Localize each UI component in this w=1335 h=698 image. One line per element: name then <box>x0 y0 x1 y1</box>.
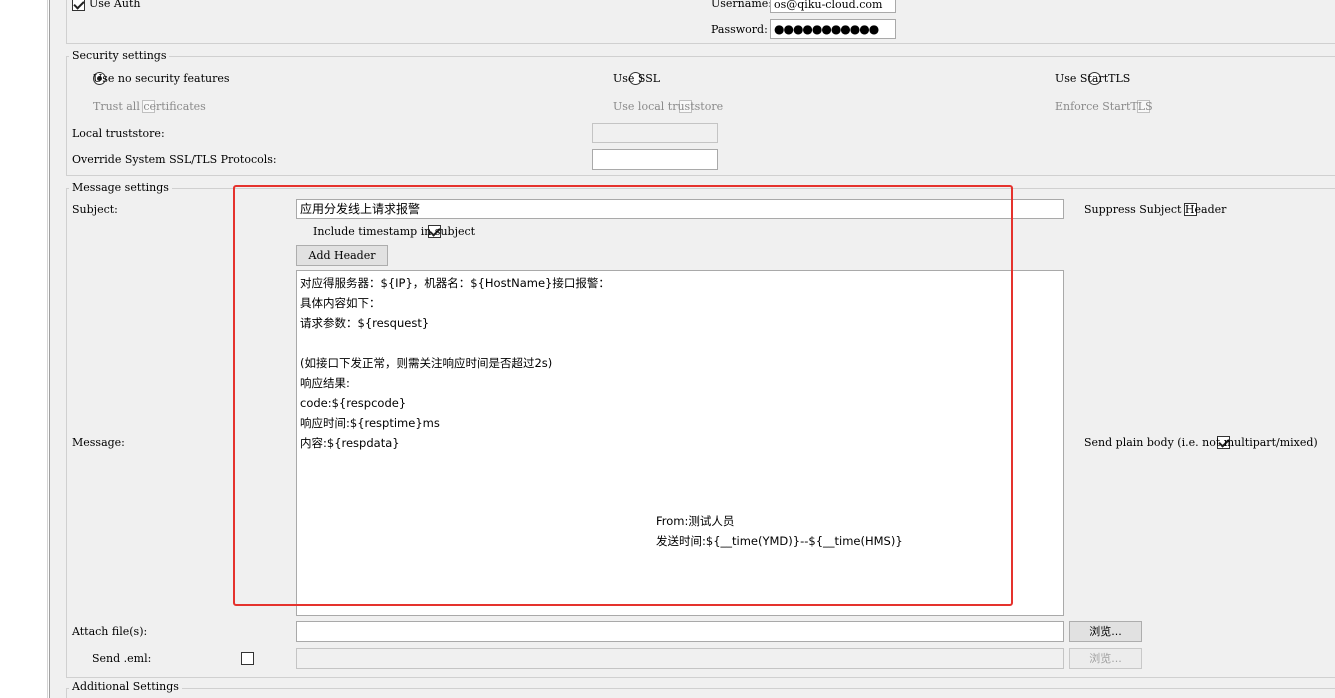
username-field[interactable]: os@qiku-cloud.com <box>770 0 896 13</box>
message-footer-line: 发送时间:${__time(YMD)}--${__time(HMS)} <box>656 534 903 548</box>
auth-group <box>66 0 1335 44</box>
message-body-line: 具体内容如下： <box>300 296 381 310</box>
message-body-line: 响应结果: <box>300 376 350 390</box>
message-settings-title: Message settings <box>69 181 172 194</box>
message-footer-line: From:测试人员 <box>656 514 735 528</box>
trust-all-label: Trust all certificates <box>93 100 206 113</box>
use-auth-label: Use Auth <box>89 0 141 10</box>
left-panel-strip <box>0 0 50 698</box>
override-protocols-label: Override System SSL/TLS Protocols: <box>72 153 277 166</box>
message-body-textarea[interactable]: 对应得服务器：${IP}，机器名：${HostName}接口报警： 具体内容如下：… <box>296 270 1064 616</box>
suppress-subject-label: Suppress Subject Header <box>1084 203 1227 216</box>
additional-settings-title: Additional Settings <box>69 680 182 693</box>
use-starttls-label: Use StartTLS <box>1055 72 1131 85</box>
use-local-truststore-label: Use local truststore <box>613 100 724 113</box>
username-label: Username: <box>711 0 772 10</box>
message-body-line: 请求参数：${resquest} <box>300 316 430 330</box>
enforce-starttls-label: Enforce StartTLS <box>1055 100 1153 113</box>
use-ssl-label: Use SSL <box>613 72 661 85</box>
subject-label: Subject: <box>72 203 118 216</box>
message-body-line <box>300 333 1060 353</box>
override-protocols-field[interactable] <box>592 149 718 170</box>
additional-settings-group <box>66 688 1335 698</box>
message-body-line: 对应得服务器：${IP}，机器名：${HostName}接口报警： <box>300 276 610 290</box>
include-timestamp-label: Include timestamp in subject <box>313 225 476 238</box>
message-body-line: (如接口下发正常，则需关注响应时间是否超过2s) <box>300 356 553 370</box>
subject-field[interactable]: 应用分发线上请求报警 <box>296 199 1064 219</box>
message-body-lines: 对应得服务器：${IP}，机器名：${HostName}接口报警： 具体内容如下：… <box>300 273 1060 453</box>
message-label: Message: <box>72 436 125 449</box>
send-plain-body-label: Send plain body (i.e. not multipart/mixe… <box>1084 436 1318 449</box>
security-settings-title: Security settings <box>69 49 170 62</box>
password-field[interactable]: ●●●●●●●●●●● <box>770 19 896 39</box>
add-header-button[interactable]: Add Header <box>296 245 388 266</box>
local-truststore-label: Local truststore: <box>72 127 165 140</box>
attach-files-label: Attach file(s): <box>72 625 148 638</box>
use-auth-checkbox[interactable] <box>72 0 85 11</box>
send-eml-label: Send .eml: <box>92 652 152 665</box>
attach-files-field[interactable] <box>296 621 1064 642</box>
browse-eml-button[interactable]: 浏览... <box>1069 648 1142 669</box>
send-eml-checkbox[interactable] <box>241 652 254 665</box>
browse-attach-button[interactable]: 浏览... <box>1069 621 1142 642</box>
message-body-line: 响应时间:${resptime}ms <box>300 416 440 430</box>
no-security-label: Use no security features <box>93 72 230 85</box>
message-footer-lines: From:测试人员发送时间:${__time(YMD)}--${__time(H… <box>656 511 903 551</box>
local-truststore-field[interactable] <box>592 123 718 143</box>
left-panel-divider <box>47 0 48 698</box>
message-body-line: 内容:${respdata} <box>300 436 400 450</box>
send-eml-field[interactable] <box>296 648 1064 669</box>
message-body-line: code:${respcode} <box>300 396 407 410</box>
password-label: Password: <box>711 23 768 36</box>
